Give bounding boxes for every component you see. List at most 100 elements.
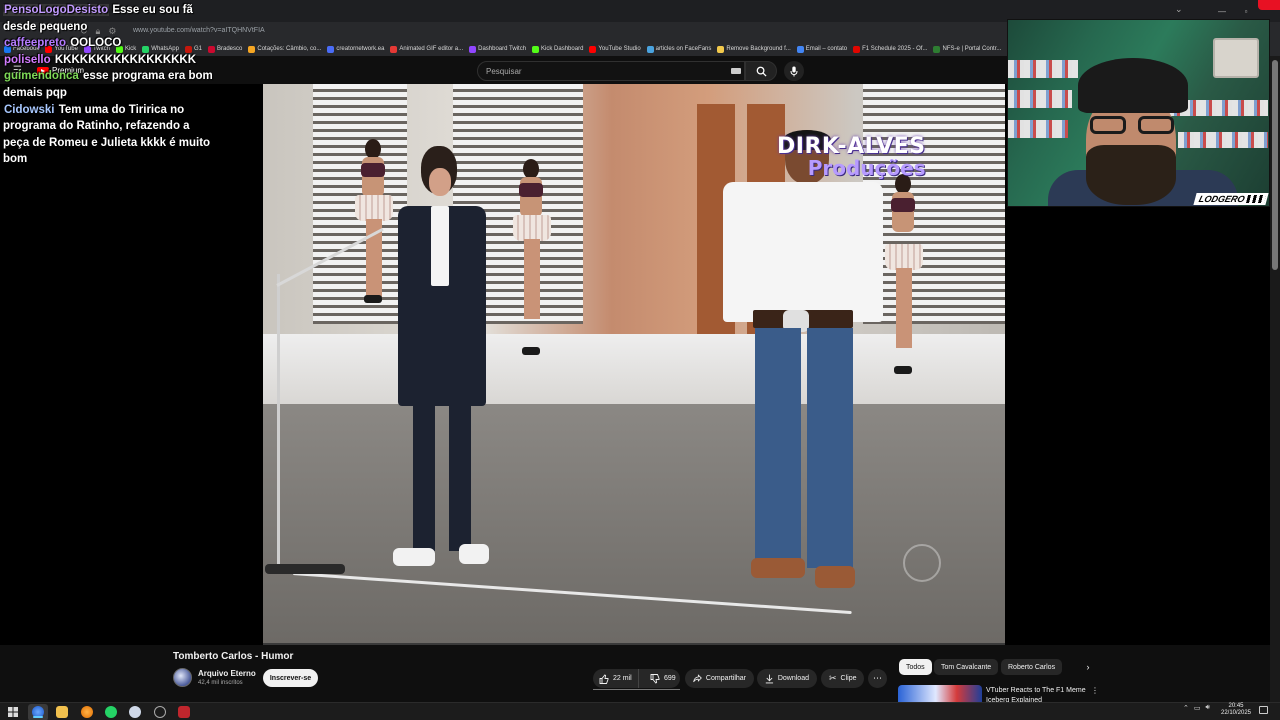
channel-name[interactable]: Arquivo Eterno	[198, 669, 256, 678]
tab-search-chevron-icon[interactable]: ⌄	[1175, 4, 1183, 15]
bookmark-favicon-icon	[532, 45, 540, 53]
stream-chat-overlay: PensoLogoDesisto Esse eu sou fã desde pe…	[0, 0, 220, 170]
whatsapp-icon[interactable]	[105, 706, 117, 718]
webcam-shelf	[1178, 132, 1268, 148]
webcam-shelf	[1008, 60, 1078, 78]
voice-search-button[interactable]	[784, 61, 804, 81]
search-button[interactable]	[745, 61, 777, 81]
more-actions-button[interactable]: ⋯	[868, 669, 887, 688]
bookmark-favicon-icon	[717, 45, 725, 53]
watermark-line2: Produções	[807, 156, 926, 180]
obs-icon[interactable]	[129, 706, 141, 718]
video-blinds-right	[863, 84, 1005, 324]
chat-message: guimendonca esse programa era bom demais…	[3, 68, 217, 101]
channel-avatar[interactable]	[173, 668, 192, 687]
network-icon[interactable]: ▭	[1194, 704, 1201, 712]
clip-button[interactable]: ✂ Clipe	[821, 669, 864, 688]
chat-message: caffeepreto OOLOCO	[3, 35, 217, 52]
tray-chevron-up-icon[interactable]: ⌃	[1183, 704, 1189, 712]
clip-label: Clipe	[840, 675, 857, 682]
bookmark-favicon-icon	[589, 45, 597, 53]
video-watermark: DIRK-ALVES Produções	[777, 134, 926, 180]
bookmark-label: NFS-e | Portal Contr...	[942, 46, 1002, 52]
notification-icon[interactable]	[1259, 706, 1268, 714]
file-explorer-icon[interactable]	[56, 706, 68, 718]
bookmark-item[interactable]: Dashboard Twitch	[469, 45, 526, 53]
chat-username: polisello	[4, 53, 51, 66]
bookmark-item[interactable]: creatornetwork.ea	[327, 45, 385, 53]
download-button[interactable]: Download	[757, 669, 817, 688]
like-button[interactable]: 22 mil	[593, 669, 639, 688]
app-red-icon[interactable]	[178, 706, 190, 718]
bookmark-favicon-icon	[933, 45, 941, 53]
chat-username: caffeepreto	[4, 37, 66, 50]
video-player[interactable]: DIRK-ALVES Produções	[263, 84, 1005, 643]
bookmark-item[interactable]: articles on FaceFans	[646, 45, 712, 53]
bookmark-label: Kick Dashboard	[541, 46, 584, 52]
close-button[interactable]	[1258, 0, 1280, 10]
chip-all[interactable]: Todos	[899, 659, 932, 675]
chat-username: Cidowski	[4, 103, 55, 116]
bookmark-favicon-icon	[469, 45, 477, 53]
windows-start-icon[interactable]	[7, 706, 19, 718]
volume-icon[interactable]: 🔊︎	[1206, 704, 1210, 712]
firefox-icon[interactable]	[81, 706, 93, 718]
bookmark-label: Email – contato	[805, 46, 848, 52]
chat-username: guimendonca	[4, 70, 79, 83]
app-circle-icon[interactable]	[154, 706, 166, 718]
recommendation-thumbnail[interactable]	[898, 685, 982, 702]
dislike-count: 699	[664, 675, 676, 682]
chip-tom-cavalcante[interactable]: Tom Cavalcante	[934, 659, 999, 675]
scissors-icon: ✂	[829, 673, 837, 683]
bookmark-favicon-icon	[390, 45, 398, 53]
bookmark-item[interactable]: Remove Background f...	[717, 45, 791, 53]
windows-taskbar	[0, 702, 1280, 720]
webcam-cap	[1078, 58, 1188, 113]
video-mic-stand	[277, 274, 280, 574]
webcam-name-tag: LODGERO	[1193, 193, 1269, 205]
bookmark-item[interactable]: Kick Dashboard	[532, 45, 584, 53]
subscribe-button[interactable]: Inscrever-se	[263, 669, 318, 687]
bookmark-favicon-icon	[853, 45, 861, 53]
bookmark-label: Bradesco	[217, 46, 243, 52]
bookmark-item[interactable]: F1 Schedule 2025 - Of...	[853, 45, 927, 53]
streamer-webcam: LODGERO	[1007, 19, 1270, 207]
channel-subscriber-count: 42,4 mil inscritos	[198, 680, 243, 686]
share-button[interactable]: Compartilhar	[685, 669, 754, 688]
bookmark-favicon-icon	[796, 45, 804, 53]
video-floor	[263, 404, 1005, 643]
bookmark-label: Cotações: Câmbio, co...	[257, 46, 322, 52]
chat-message: PensoLogoDesisto Esse eu sou fã desde pe…	[3, 2, 217, 35]
bookmark-item[interactable]: Cotações: Câmbio, co...	[248, 45, 322, 53]
chip-roberto-carlos[interactable]: Roberto Carlos	[1001, 659, 1063, 675]
bookmark-label: YouTube Studio	[598, 46, 641, 52]
thumbs-down-icon	[650, 673, 660, 684]
bookmark-label: articles on FaceFans	[655, 46, 712, 52]
recommendation-more-icon[interactable]: ⋮	[1091, 686, 1099, 695]
chevron-right-icon: ›	[1086, 662, 1090, 672]
keyboard-icon[interactable]	[731, 68, 741, 74]
bookmark-item[interactable]: NFS-e | Portal Contr...	[933, 45, 1002, 53]
system-tray: ⌃ ▭ 🔊︎	[1183, 704, 1210, 712]
recommendation-title[interactable]: VTuber Reacts to The F1 Meme Iceberg Exp…	[986, 686, 1086, 702]
webcam-beard	[1086, 145, 1176, 205]
bookmark-item[interactable]: YouTube Studio	[589, 45, 641, 53]
search-input[interactable]	[486, 65, 716, 78]
dislike-button[interactable]: 699	[643, 669, 676, 688]
clock-time: 20:45	[1228, 703, 1244, 709]
thumbs-up-icon	[599, 673, 609, 684]
bookmark-item[interactable]: Email – contato	[796, 45, 848, 53]
system-clock[interactable]: 20:45 22/10/2025	[1220, 703, 1252, 717]
tv-channel-logo	[903, 544, 941, 582]
watermark-line1: DIRK-ALVES	[777, 134, 926, 159]
download-label: Download	[777, 675, 809, 682]
download-icon	[765, 674, 774, 683]
bookmark-item[interactable]: Animated GIF editor a...	[390, 45, 463, 53]
chips-next-button[interactable]: ›	[1080, 659, 1096, 675]
bookmark-favicon-icon	[327, 45, 335, 53]
more-horizontal-icon: ⋯	[873, 673, 882, 683]
bookmark-label: creatornetwork.ea	[336, 46, 385, 52]
page-scrollbar-thumb[interactable]	[1272, 60, 1278, 270]
microphone-icon	[790, 66, 798, 76]
bookmark-favicon-icon	[646, 45, 654, 53]
